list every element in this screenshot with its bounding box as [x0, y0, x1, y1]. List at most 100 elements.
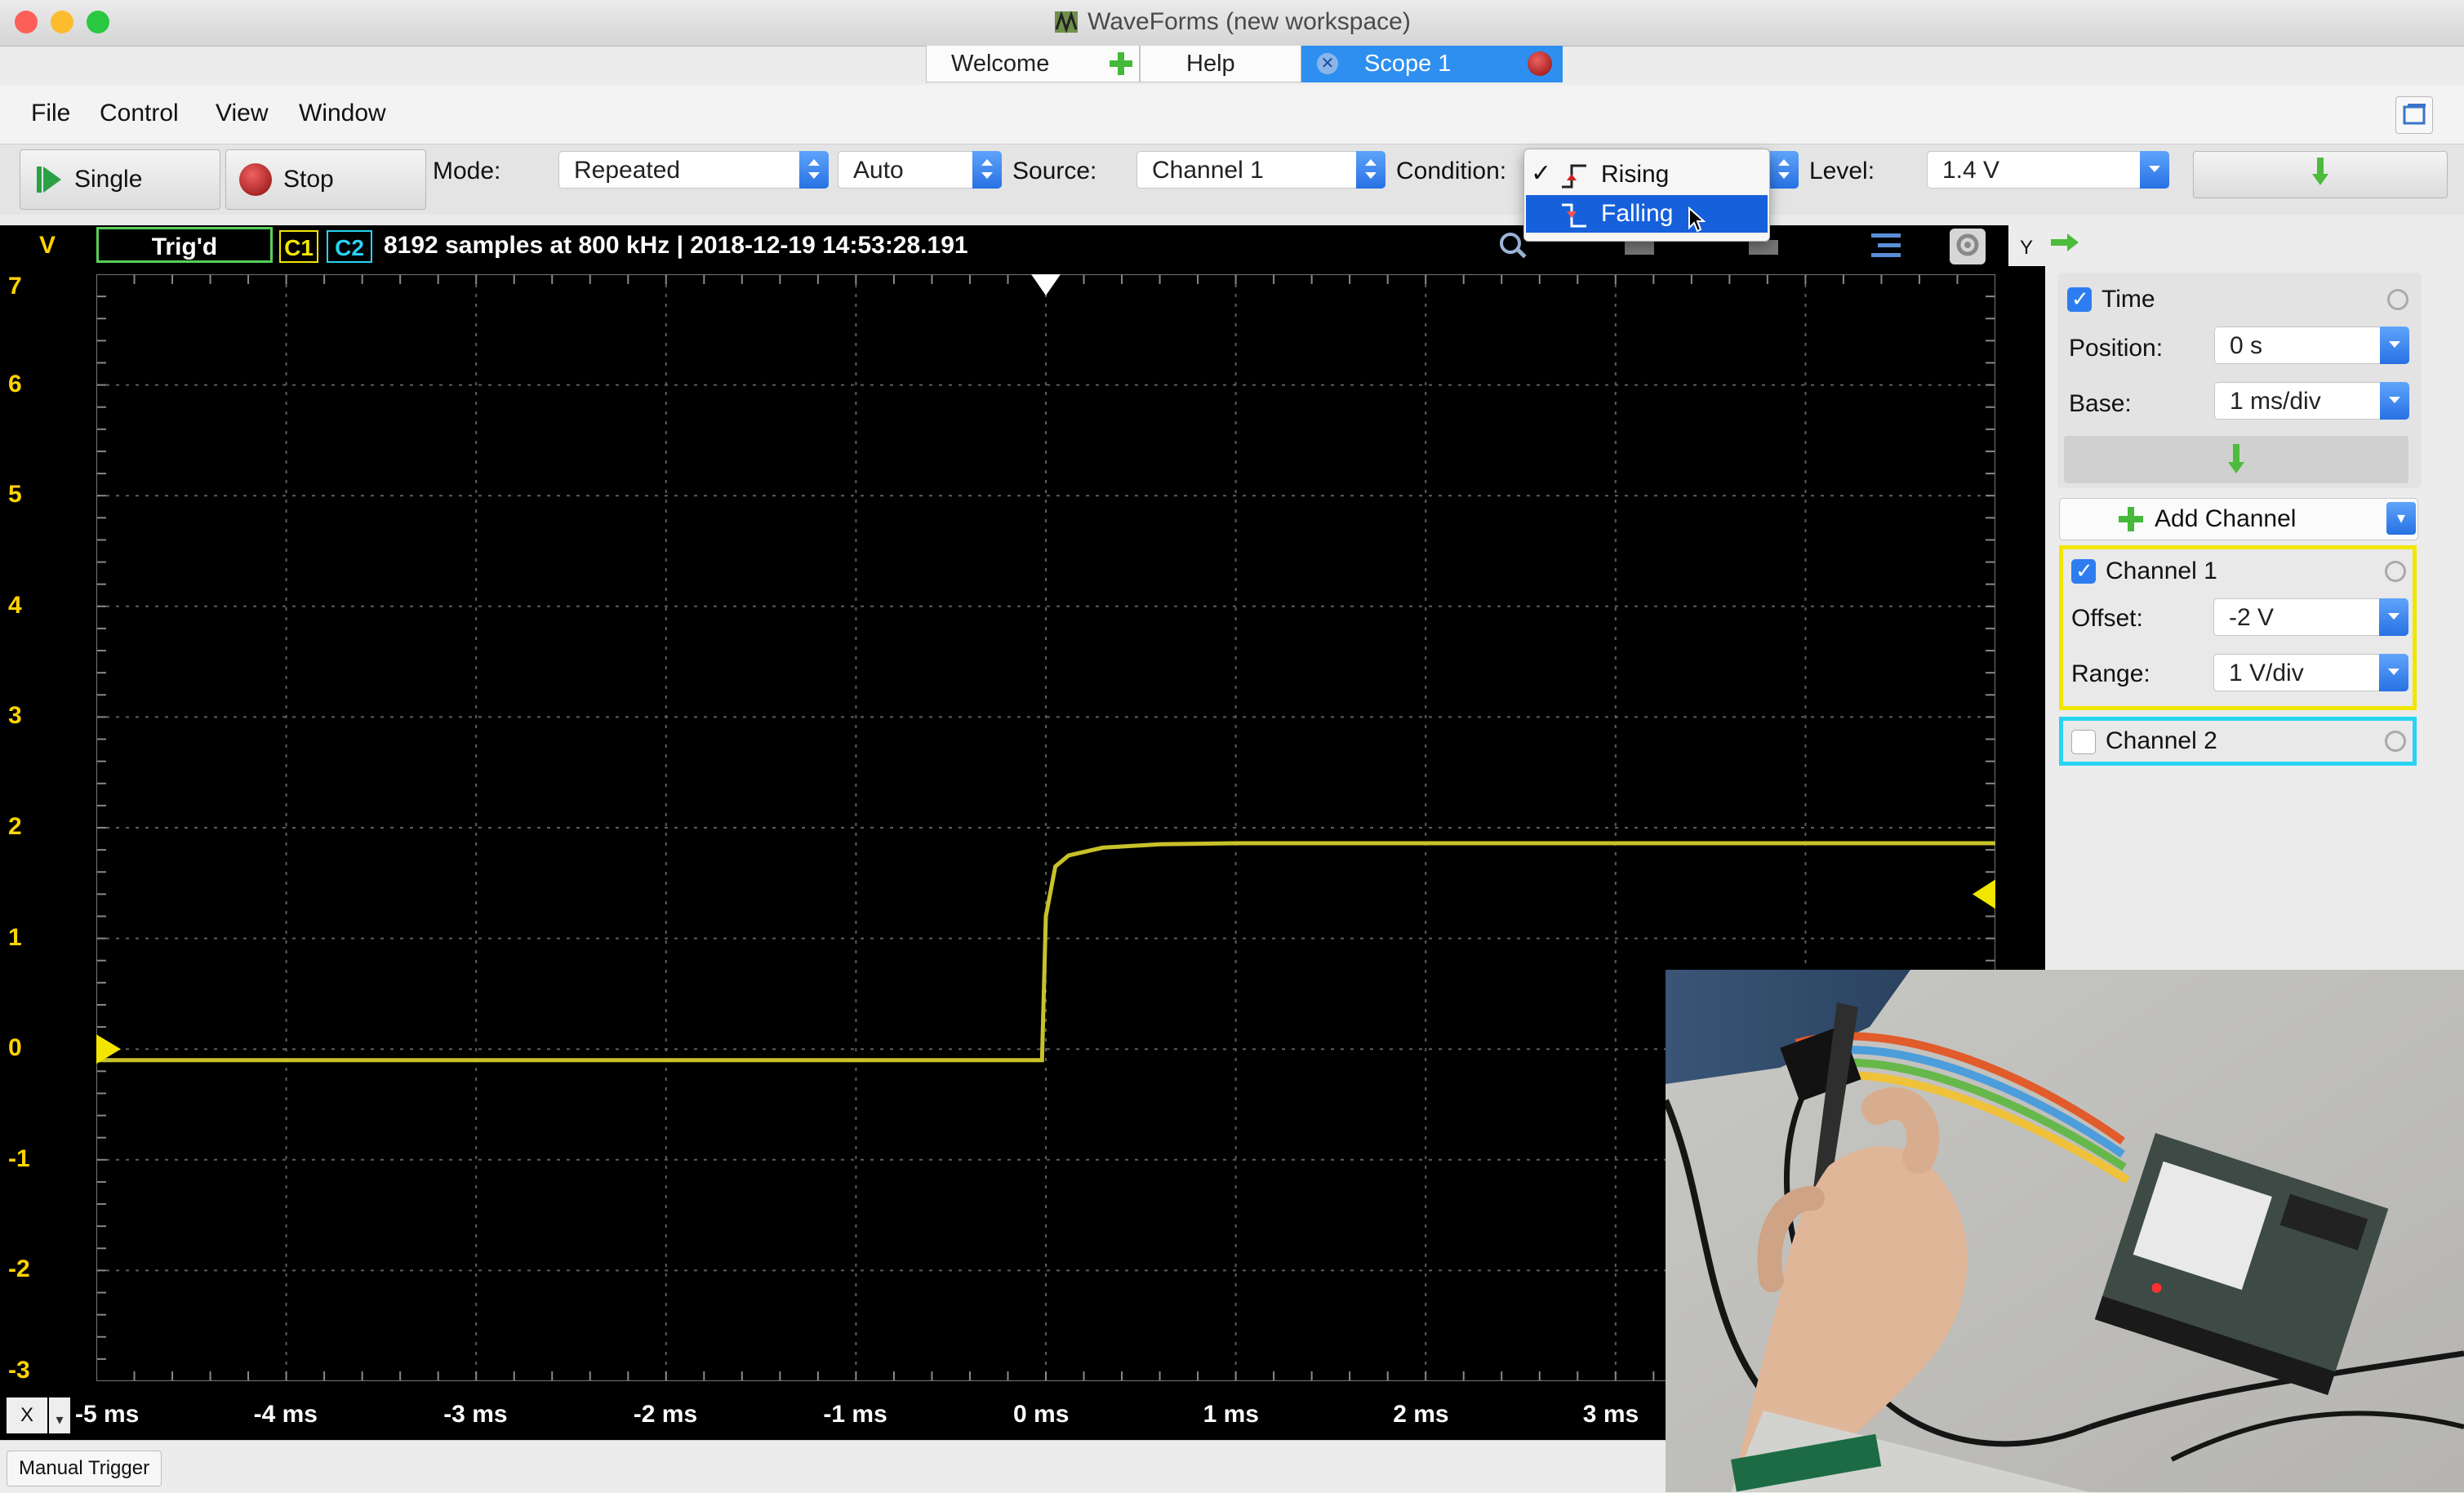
green-down-arrow-icon: [2227, 444, 2245, 478]
cursor-icon[interactable]: [1625, 240, 1654, 255]
falling-label: Falling: [1601, 200, 1674, 227]
channel-2-section: Channel 2: [2059, 717, 2417, 766]
falling-edge-icon: [1560, 202, 1588, 228]
acquisition-info: 8192 samples at 800 kHz | 2018-12-19 14:…: [384, 232, 968, 259]
mode-select[interactable]: Repeated: [558, 151, 829, 189]
time-checkbox[interactable]: [2067, 287, 2092, 312]
dropdown-arrow-icon: [2379, 598, 2408, 636]
y-tick-label: 7: [8, 273, 22, 300]
y-tick-label: 0: [8, 1034, 22, 1062]
time-base-value: 1 ms/div: [2230, 388, 2321, 415]
channel-2-badge[interactable]: C2: [327, 230, 372, 263]
tab-scope-1[interactable]: ✕ Scope 1: [1301, 46, 1563, 82]
level-label: Level:: [1809, 158, 1875, 184]
channel-2-checkbox[interactable]: [2071, 730, 2096, 754]
x-tick-label: -4 ms: [253, 1401, 318, 1428]
channel-1-label: Channel 1: [2106, 558, 2217, 584]
x-tick-label: 1 ms: [1203, 1401, 1259, 1428]
channel-1-badge[interactable]: C1: [279, 230, 318, 263]
gear-icon[interactable]: [2387, 289, 2408, 310]
time-position-select[interactable]: 0 s: [2214, 327, 2409, 364]
level-select[interactable]: 1.4 V: [1927, 151, 2169, 189]
mode-label: Mode:: [433, 158, 501, 184]
cursor-icon[interactable]: [1749, 240, 1778, 255]
record-icon[interactable]: [1528, 51, 1552, 76]
channel-1-offset-value: -2 V: [2229, 604, 2275, 631]
rising-edge-icon: [1560, 162, 1588, 189]
tab-label: Scope 1: [1364, 51, 1452, 77]
time-apply-button[interactable]: [2064, 436, 2408, 483]
tab-welcome[interactable]: Welcome: [926, 46, 1140, 82]
condition-label: Condition:: [1396, 158, 1507, 184]
channel-1-section: Channel 1 Offset: -2 V Range: 1 V/div: [2059, 545, 2417, 710]
dropdown-arrow-icon: [2380, 382, 2409, 420]
mouse-cursor-icon: [1688, 206, 1706, 233]
time-position-value: 0 s: [2230, 332, 2263, 359]
restore-layout-icon[interactable]: [2395, 96, 2433, 134]
time-base-select[interactable]: 1 ms/div: [2214, 382, 2409, 420]
x-tick-label: 2 ms: [1393, 1401, 1449, 1428]
y-tick-label: 3: [8, 702, 22, 730]
checkmark-icon: ✓: [1531, 160, 1552, 187]
single-label: Single: [74, 166, 143, 193]
stop-button[interactable]: Stop: [225, 149, 426, 210]
menu-file[interactable]: File: [31, 100, 70, 127]
green-arrow-right-icon[interactable]: [2051, 233, 2079, 251]
time-section: Time Position: 0 s Base: 1 ms/div: [2057, 273, 2422, 488]
manual-trigger-button[interactable]: Manual Trigger: [7, 1451, 162, 1486]
right-panel: Time Position: 0 s Base: 1 ms/div Add Ch…: [2048, 266, 2464, 976]
x-tick-label: -1 ms: [823, 1401, 887, 1428]
source-label: Source:: [1012, 158, 1097, 184]
tab-help[interactable]: Help: [1140, 46, 1301, 82]
menu-window[interactable]: Window: [299, 100, 386, 127]
menu-view[interactable]: View: [216, 100, 268, 127]
dropdown-arrow-icon[interactable]: ▾: [2386, 502, 2416, 535]
y-axis-label[interactable]: Y: [2020, 237, 2033, 260]
channel-1-range-value: 1 V/div: [2229, 660, 2304, 687]
channel-1-range-select[interactable]: 1 V/div: [2213, 654, 2408, 691]
x-axis-ticks: -5 ms -4 ms -3 ms -2 ms -1 ms 0 ms 1 ms 2 ms 3 m…: [0, 1391, 1666, 1440]
time-base-label: Base:: [2069, 390, 2132, 417]
y-tick-label: 1: [8, 923, 22, 951]
green-down-arrow-icon: [2311, 158, 2330, 192]
window-title: WaveForms (new workspace): [0, 8, 2464, 36]
trigger-status: Trig'd: [96, 227, 273, 263]
y-unit-label: V: [39, 232, 56, 259]
level-value: 1.4 V: [1942, 157, 2000, 184]
gear-icon[interactable]: [2385, 731, 2406, 752]
gear-icon[interactable]: [1951, 229, 1984, 261]
add-channel-button[interactable]: Add Channel ▾: [2059, 498, 2418, 540]
source-select[interactable]: Channel 1: [1136, 151, 1385, 189]
collapse-toolbar-button[interactable]: [2193, 151, 2448, 198]
title-bar: WaveForms (new workspace): [0, 0, 2464, 47]
dropdown-arrow-icon: [2379, 654, 2408, 691]
time-label: Time: [2102, 286, 2155, 313]
y-tick-label: 2: [8, 813, 22, 840]
close-tab-icon[interactable]: ✕: [1317, 53, 1338, 74]
y-tick-label: -2: [8, 1255, 30, 1283]
trigger-level-marker: [1973, 879, 1995, 909]
add-tab-icon[interactable]: [1108, 51, 1134, 77]
gear-icon[interactable]: [2385, 561, 2406, 582]
align-icon[interactable]: [1871, 232, 1901, 260]
x-tick-label: -2 ms: [633, 1401, 698, 1428]
single-button[interactable]: Single: [20, 149, 220, 210]
waveforms-logo-icon: [1053, 8, 1079, 34]
condition-option-falling[interactable]: Falling: [1526, 195, 1768, 233]
toolbar: Single Stop Mode: Repeated Auto Source: …: [0, 144, 2464, 215]
x-tick-label: -3 ms: [443, 1401, 508, 1428]
menu-control[interactable]: Control: [100, 100, 179, 127]
y-axis-ticks: 7 6 5 4 3 2 1 0 -1 -2 -3: [0, 266, 90, 1393]
channel-1-checkbox[interactable]: [2071, 558, 2096, 584]
condition-option-rising[interactable]: ✓ Rising: [1524, 154, 1769, 193]
stop-icon: [239, 163, 272, 196]
camera-video-overlay: [1666, 970, 2464, 1492]
auto-select[interactable]: Auto: [838, 151, 1002, 189]
channel-1-offset-label: Offset:: [2071, 605, 2143, 632]
y-tick-label: -3: [8, 1357, 30, 1384]
channel-1-offset-select[interactable]: -2 V: [2213, 598, 2408, 636]
tab-label: Welcome: [951, 51, 1050, 77]
add-channel-label: Add Channel: [2155, 505, 2297, 532]
auto-value: Auto: [853, 157, 904, 184]
tab-label: Help: [1186, 51, 1235, 77]
